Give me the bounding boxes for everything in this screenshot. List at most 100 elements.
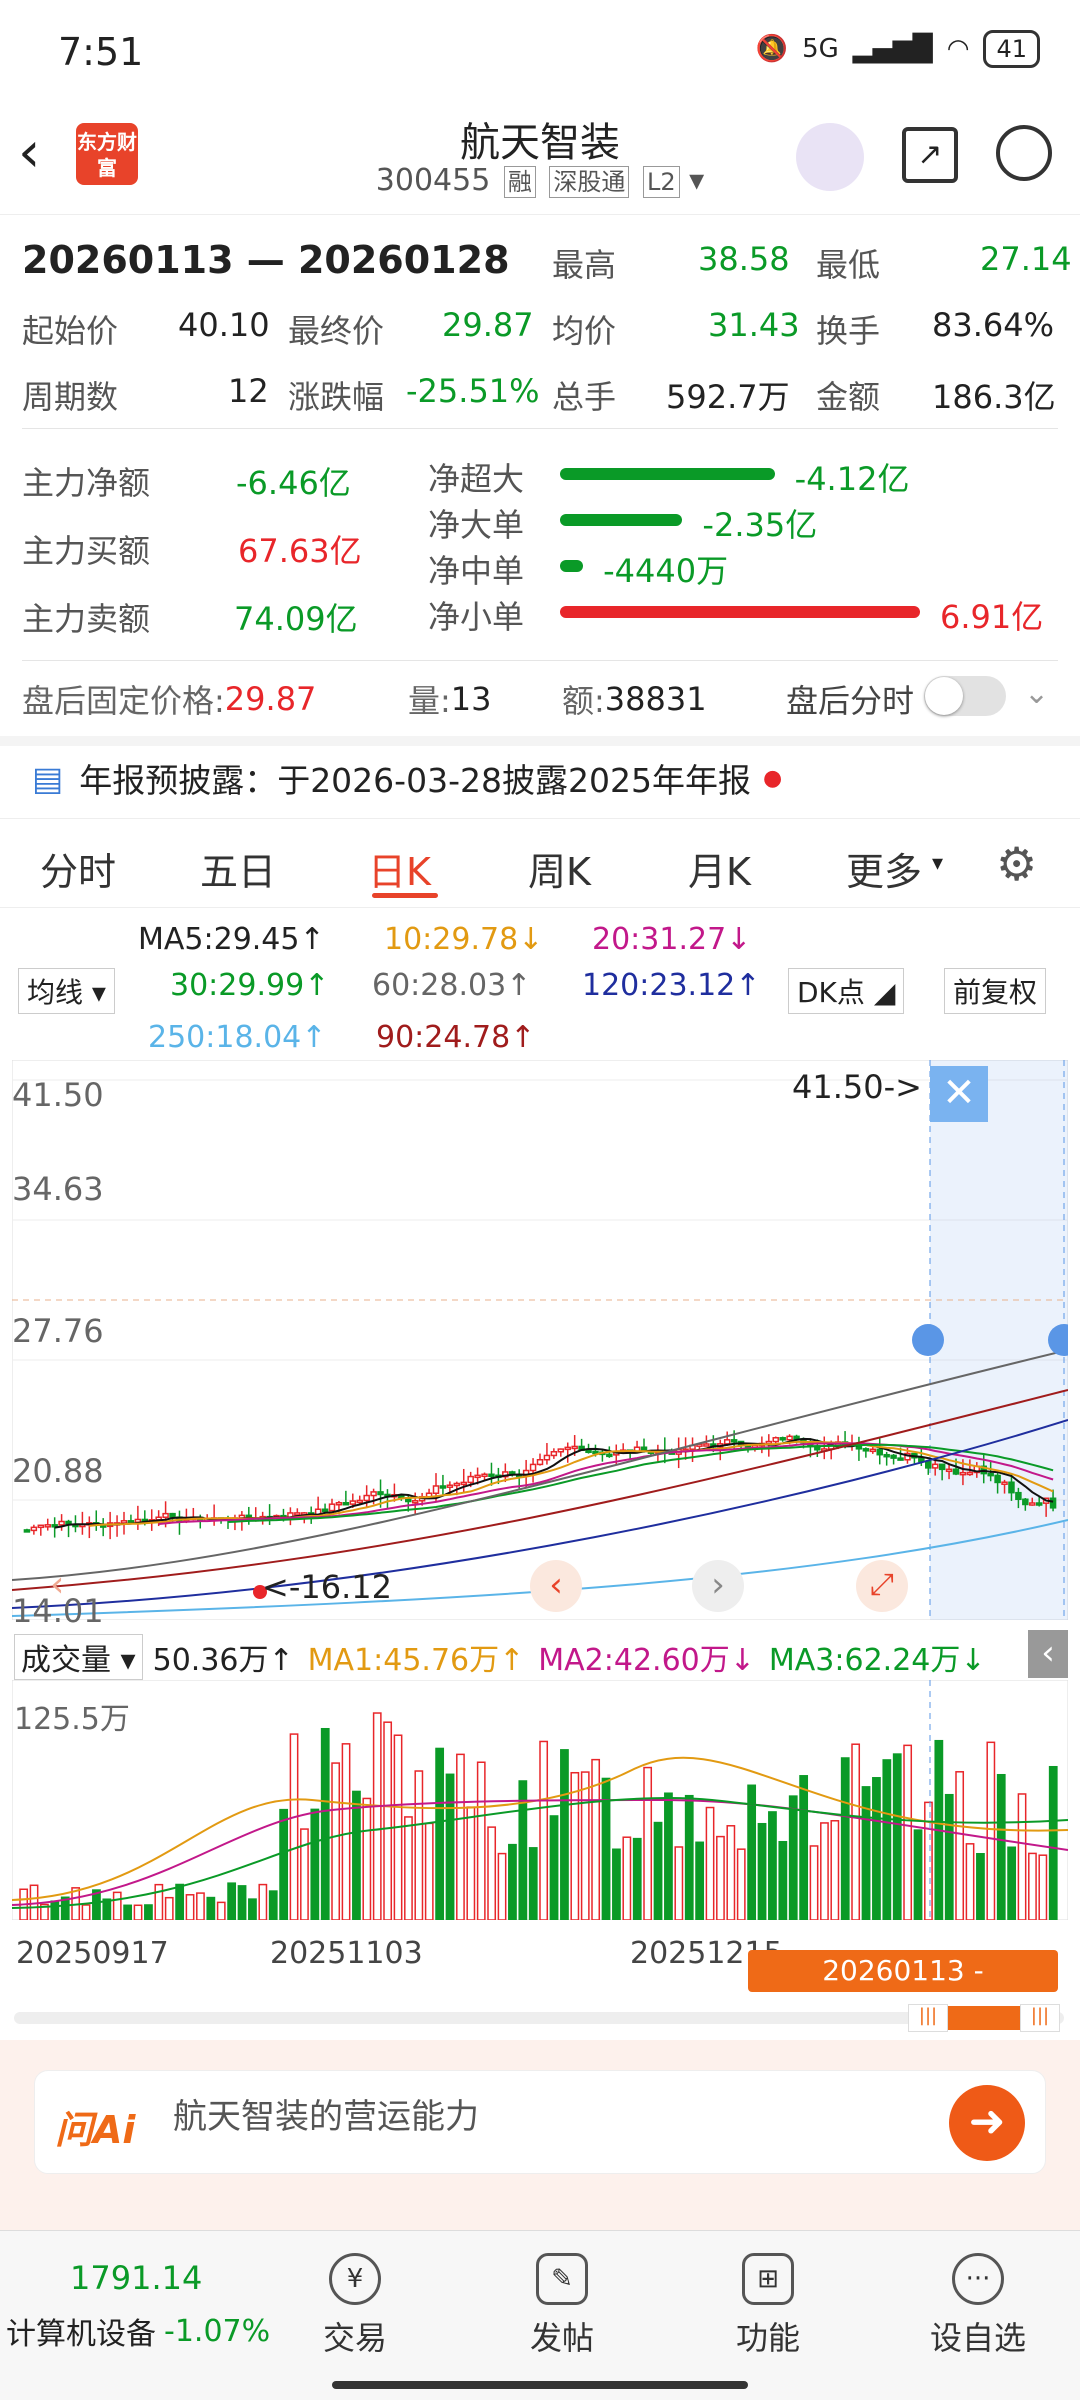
tab-intraday[interactable]: 分时 bbox=[40, 841, 116, 896]
candle-body bbox=[772, 1437, 779, 1443]
volume-axis-label: 125.5万 bbox=[14, 1702, 130, 1737]
start-label: 起始价 bbox=[22, 312, 119, 350]
candlestick-chart[interactable] bbox=[12, 1060, 1068, 1620]
low-annotation: <-16.12 bbox=[262, 1568, 392, 1606]
candle-body bbox=[460, 1481, 467, 1486]
scroll-right-icon[interactable]: › bbox=[692, 1560, 744, 1612]
candle-body bbox=[862, 1448, 870, 1452]
nav-function[interactable]: ⊞ 功能 bbox=[708, 2253, 828, 2359]
gear-icon[interactable]: ⚙ bbox=[996, 837, 1037, 891]
adjust-label: 前复权 bbox=[953, 976, 1038, 1009]
candle-body bbox=[571, 1445, 578, 1450]
volume-bar bbox=[664, 1792, 673, 1920]
volume-bar bbox=[840, 1757, 850, 1920]
volume-bar bbox=[580, 1771, 590, 1920]
nav-function-label: 功能 bbox=[735, 2319, 800, 2357]
volume-bar bbox=[788, 1795, 798, 1920]
ma-selector-label: 均线 bbox=[27, 976, 84, 1009]
volume-bar bbox=[1038, 1854, 1048, 1920]
main-buy-label: 主力买额 bbox=[22, 532, 151, 570]
ma30-label: 30:29.99↑ bbox=[170, 968, 330, 1003]
adjust-button[interactable]: 前复权 bbox=[944, 968, 1047, 1014]
candle-body bbox=[453, 1482, 461, 1487]
volume-bar bbox=[237, 1885, 247, 1920]
arrow-right-icon[interactable]: ➜ bbox=[949, 2085, 1025, 2161]
end-value: 29.87 bbox=[442, 306, 534, 344]
tab-daily-k[interactable]: 日K bbox=[368, 841, 431, 896]
candle-body bbox=[488, 1473, 495, 1478]
ma90-label: 90:24.78↑ bbox=[376, 1020, 536, 1055]
nav-trade-label: 交易 bbox=[322, 2319, 387, 2357]
volume-bar bbox=[154, 1883, 164, 1920]
candle-body bbox=[987, 1472, 994, 1477]
close-icon[interactable]: ✕ bbox=[930, 1066, 988, 1122]
index-value: 1791.14 bbox=[70, 2259, 203, 2297]
tag-connect: 深股通 bbox=[549, 166, 630, 198]
volume-bar bbox=[196, 1892, 205, 1920]
assistant-avatar-icon[interactable] bbox=[796, 123, 864, 191]
chevron-down-icon[interactable]: ⌄ bbox=[1024, 676, 1049, 711]
tab-weekly-k[interactable]: 周K bbox=[528, 841, 591, 896]
volume-selector[interactable]: 成交量 ▾ bbox=[14, 1634, 143, 1680]
ah-toggle[interactable] bbox=[924, 676, 1006, 716]
candle-body bbox=[945, 1468, 953, 1473]
chevron-left-icon[interactable]: ‹ bbox=[50, 1564, 64, 1605]
volume-bar bbox=[362, 1797, 372, 1920]
flow-bar bbox=[560, 560, 584, 572]
tab-indicator bbox=[372, 893, 438, 898]
ai-prompt-card[interactable]: 问Ai 航天智装的营运能力 ➜ bbox=[34, 2070, 1046, 2174]
candle-body bbox=[959, 1471, 967, 1476]
scroll-left-icon[interactable]: ‹ bbox=[530, 1560, 582, 1612]
candle-body bbox=[432, 1485, 440, 1494]
avg-value: 31.43 bbox=[708, 306, 800, 344]
notice-bar[interactable]: ▤ 年报预披露：于2026-03-28披露2025年年报 ● bbox=[32, 754, 782, 802]
tab-five-day[interactable]: 五日 bbox=[200, 841, 276, 896]
start-value: 40.10 bbox=[178, 306, 270, 344]
vol-ma2: MA2:42.60万↓ bbox=[538, 1643, 755, 1678]
ah-toggle-label: 盘后分时 bbox=[786, 682, 915, 720]
periods-label: 周期数 bbox=[22, 378, 119, 416]
share-icon[interactable]: ↗ bbox=[902, 127, 958, 183]
yen-icon: ¥ bbox=[329, 2253, 381, 2305]
volume-bar bbox=[112, 1891, 122, 1920]
range-right-handle-icon[interactable]: ||| bbox=[1020, 2004, 1060, 2032]
volume-chart bbox=[12, 1680, 1068, 1920]
ma-selector[interactable]: 均线 ▾ bbox=[18, 968, 115, 1014]
flow-bar bbox=[560, 606, 920, 618]
volume-bar bbox=[185, 1894, 195, 1920]
candle-body bbox=[120, 1520, 128, 1524]
main-sell-label: 主力卖额 bbox=[22, 600, 151, 638]
volume-bar bbox=[632, 1837, 642, 1920]
volume-bar bbox=[435, 1747, 445, 1920]
volume-bar bbox=[913, 1829, 923, 1920]
candle-body bbox=[793, 1435, 800, 1440]
candle-body bbox=[543, 1454, 551, 1461]
volume-bar bbox=[986, 1741, 996, 1920]
tab-monthly-k[interactable]: 月K bbox=[688, 841, 751, 896]
chevron-down-icon[interactable]: ▾ bbox=[689, 163, 704, 198]
range-left-handle-icon[interactable]: ||| bbox=[908, 2004, 948, 2032]
volume-bar bbox=[757, 1822, 767, 1920]
tab-more[interactable]: 更多 bbox=[846, 841, 922, 896]
volume-bar bbox=[674, 1846, 684, 1920]
candle-body bbox=[592, 1450, 599, 1455]
sector-info[interactable]: 计算机设备 -1.07% bbox=[6, 2309, 270, 2353]
dk-point-button[interactable]: DK点 ◢ bbox=[788, 968, 905, 1014]
nav-post[interactable]: ✎ 发帖 bbox=[502, 2253, 622, 2359]
candle-body bbox=[1029, 1502, 1036, 1506]
ah-price-label: 盘后固定价格: bbox=[22, 682, 225, 720]
flow-value: 6.91亿 bbox=[940, 598, 1044, 636]
range-slider-track[interactable] bbox=[14, 2012, 1064, 2024]
volume-bar bbox=[133, 1904, 143, 1920]
red-dot-icon: ● bbox=[762, 765, 783, 791]
candle-body bbox=[918, 1457, 925, 1463]
collapse-icon[interactable]: ‹ bbox=[1028, 1630, 1068, 1678]
mute-icon: 🔕 bbox=[755, 34, 789, 64]
ah-qty-label: 量: bbox=[408, 682, 451, 720]
search-icon[interactable] bbox=[996, 125, 1052, 181]
nav-add-watch[interactable]: ··· 设自选 bbox=[918, 2253, 1038, 2359]
bottom-nav: 1791.14 计算机设备 -1.07% ¥ 交易 ✎ 发帖 ⊞ 功能 ··· 设自选 bbox=[0, 2230, 1080, 2400]
nav-trade[interactable]: ¥ 交易 bbox=[295, 2253, 415, 2359]
expand-icon[interactable]: ⤢ bbox=[856, 1560, 908, 1612]
volume-bar bbox=[414, 1770, 424, 1920]
